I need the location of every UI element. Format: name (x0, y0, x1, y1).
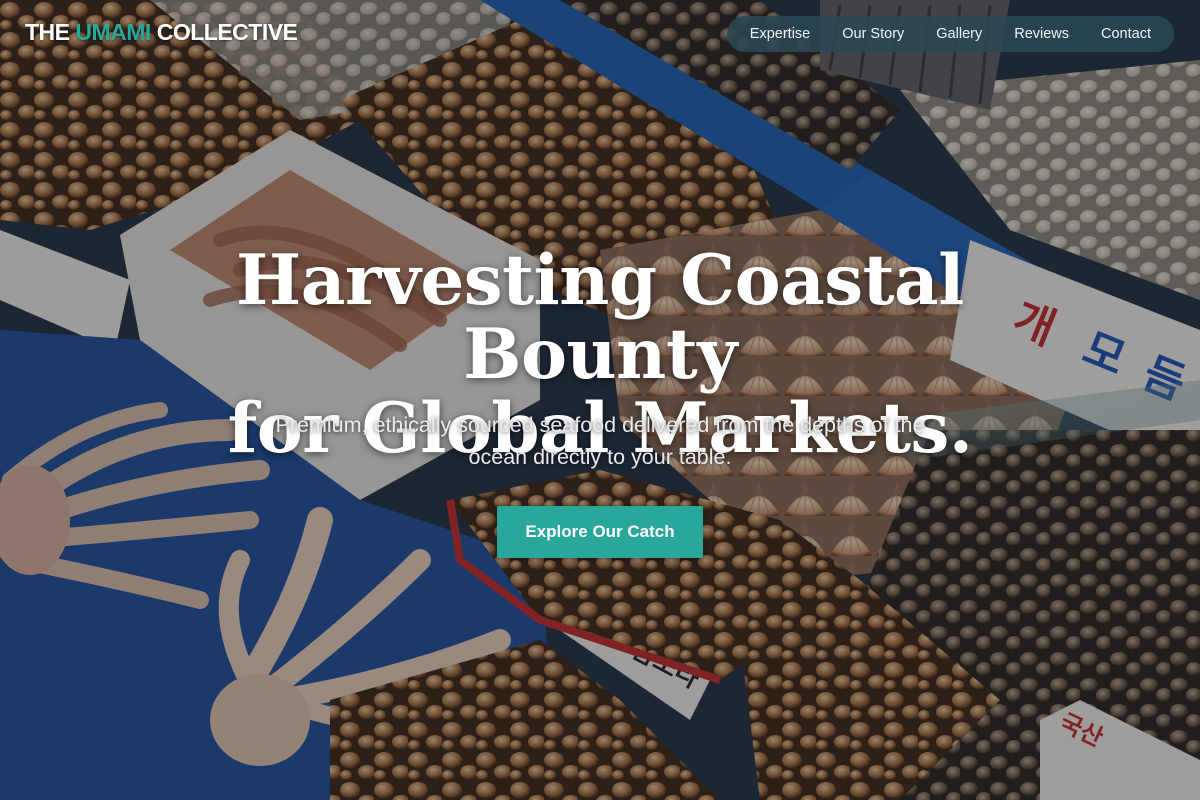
nav-link-gallery[interactable]: Gallery (936, 26, 982, 42)
hero-section: 개 모 듬 국산 참소라 (0, 0, 1200, 800)
explore-catch-button[interactable]: Explore Our Catch (497, 506, 703, 558)
brand-logo[interactable]: THE UMAMI COLLECTIVE (25, 19, 298, 46)
hero-subtitle: Premium, ethically sourced seafood deliv… (275, 413, 925, 469)
logo-text-prefix: THE (25, 19, 76, 45)
logo-text-accent: UMAMI (75, 19, 151, 45)
hero-title-line-1: Harvesting Coastal Bounty (236, 240, 964, 395)
logo-text-suffix: COLLECTIVE (150, 19, 298, 45)
nav-link-expertise[interactable]: Expertise (750, 26, 810, 42)
nav-link-our-story[interactable]: Our Story (842, 26, 904, 42)
nav-link-contact[interactable]: Contact (1101, 26, 1151, 42)
nav-link-reviews[interactable]: Reviews (1014, 26, 1069, 42)
main-navigation: Expertise Our Story Gallery Reviews Cont… (726, 16, 1174, 52)
